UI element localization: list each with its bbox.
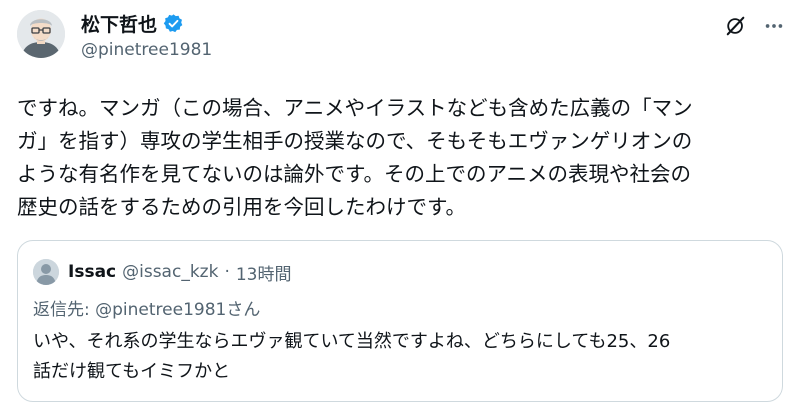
post-text-line: 歴史の話をするための引用を今回したわけです。 <box>17 195 466 219</box>
separator-dot: · <box>224 262 230 282</box>
quoted-post-text: いや、それ系の学生ならエヴァ観ていて当然ですよね、どちらにしても25、26 話だ… <box>33 327 773 387</box>
author-name-row: 松下哲也 <box>81 8 184 38</box>
reply-to-handle[interactable]: @pinetree1981さん <box>95 295 260 320</box>
post-text: ですね。マンガ（この場合、アニメやイラストなども含めた広義の「マン ガ」を指す）… <box>17 92 787 224</box>
quoted-post[interactable]: Issac @issac_kzk · 13時間 返信先: @pinetree19… <box>17 240 783 402</box>
avatar-illustration-icon <box>17 10 65 58</box>
author-handle[interactable]: @pinetree1981 <box>81 40 212 60</box>
more-options-icon[interactable] <box>762 14 786 38</box>
quoted-text-line: いや、それ系の学生ならエヴァ観ていて当然ですよね、どちらにしても25、26 <box>33 331 671 352</box>
quoted-post-header: Issac @issac_kzk · 13時間 <box>68 259 292 285</box>
post-text-line: ガ」を指す）専攻の学生相手の授業なので、そもそもエヴァンゲリオンの <box>17 129 693 153</box>
reply-context: 返信先: @pinetree1981さん <box>33 295 260 320</box>
quoted-post-time[interactable]: 13時間 <box>236 260 292 285</box>
quoted-author-handle[interactable]: @issac_kzk <box>122 262 218 282</box>
quoted-author-name[interactable]: Issac <box>68 262 116 282</box>
quoted-text-line: 話だけ観てもイミフかと <box>33 361 231 382</box>
grok-icon[interactable] <box>724 14 748 38</box>
default-avatar-icon <box>33 259 59 285</box>
verified-badge-icon <box>163 13 184 34</box>
author-display-name[interactable]: 松下哲也 <box>81 10 157 37</box>
quoted-author-avatar[interactable] <box>33 259 59 285</box>
post-actions <box>724 14 786 38</box>
post-text-line: ですね。マンガ（この場合、アニメやイラストなども含めた広義の「マン <box>17 96 693 120</box>
post-text-line: ような有名作を見てないのは論外です。その上でのアニメの表現や社会の <box>17 162 692 186</box>
reply-prefix: 返信先: <box>33 300 96 320</box>
author-avatar[interactable] <box>17 10 65 58</box>
